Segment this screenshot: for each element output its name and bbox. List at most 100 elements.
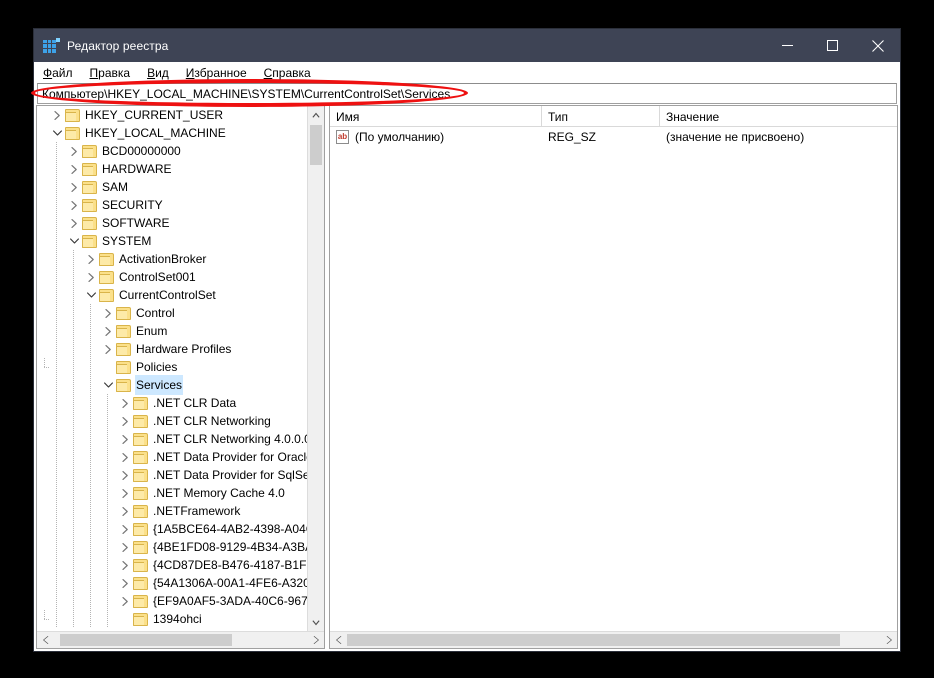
values-horizontal-scrollbar[interactable]: [330, 631, 897, 648]
chevron-right-icon[interactable]: [66, 178, 82, 196]
tree-item-label: .NET Data Provider for SqlServer: [153, 468, 307, 482]
chevron-right-icon[interactable]: [117, 538, 133, 556]
scroll-right-icon[interactable]: [307, 632, 324, 648]
menu-item-edit[interactable]: Правка: [90, 66, 140, 80]
chevron-right-icon[interactable]: [83, 268, 99, 286]
menu-item-favorites[interactable]: Избранное: [186, 66, 256, 80]
chevron-down-icon[interactable]: [49, 124, 65, 142]
chevron-right-icon[interactable]: [117, 466, 133, 484]
tree-item[interactable]: {1A5BCE64-4AB2-4398-A04C: [37, 520, 307, 538]
folder-icon: [133, 450, 148, 464]
address-bar-text: Компьютер\HKEY_LOCAL_MACHINE\SYSTEM\Curr…: [42, 86, 451, 101]
tree-item[interactable]: Hardware Profiles: [37, 340, 307, 358]
scroll-left-icon[interactable]: [37, 632, 54, 648]
tree-guide-line: [107, 556, 108, 574]
chevron-right-icon[interactable]: [66, 160, 82, 178]
chevron-down-icon[interactable]: [100, 376, 116, 394]
values-scroll-left-icon[interactable]: [330, 632, 347, 648]
tree-item[interactable]: SAM: [37, 178, 307, 196]
tree-vertical-scrollbar[interactable]: [307, 106, 324, 631]
chevron-right-icon[interactable]: [66, 196, 82, 214]
values-pane: Имя Тип Значение ab (По умолчанию) REG_S…: [329, 105, 898, 649]
values-scroll-right-icon[interactable]: [880, 632, 897, 648]
chevron-right-icon[interactable]: [117, 556, 133, 574]
menu-item-file[interactable]: Файл: [43, 66, 82, 80]
chevron-down-icon[interactable]: [66, 232, 82, 250]
column-header-value[interactable]: Значение: [660, 106, 897, 127]
chevron-right-icon[interactable]: [117, 520, 133, 538]
tree-item[interactable]: HKEY_LOCAL_MACHINE: [37, 124, 307, 142]
tree-item[interactable]: Services: [37, 375, 307, 395]
chevron-right-icon[interactable]: [117, 412, 133, 430]
chevron-right-icon[interactable]: [117, 592, 133, 610]
key-tree[interactable]: HKEY_CURRENT_USER HKEY_LOCAL_MACHINE BCD00…: [37, 106, 307, 631]
values-hscroll-track[interactable]: [347, 632, 880, 648]
tree-item-label: Services: [134, 375, 184, 395]
maximize-button[interactable]: [810, 29, 855, 62]
table-row[interactable]: ab (По умолчанию) REG_SZ (значение не пр…: [330, 127, 897, 146]
tree-hscroll-thumb[interactable]: [60, 634, 232, 646]
tree-item[interactable]: SOFTWARE: [37, 214, 307, 232]
tree-item[interactable]: Control: [37, 304, 307, 322]
tree-item[interactable]: .NET CLR Networking 4.0.0.0: [37, 430, 307, 448]
chevron-right-icon[interactable]: [100, 322, 116, 340]
tree-item[interactable]: SECURITY: [37, 196, 307, 214]
folder-icon: [99, 288, 114, 302]
chevron-right-icon[interactable]: [66, 214, 82, 232]
tree-item[interactable]: Enum: [37, 322, 307, 340]
values-list[interactable]: ab (По умолчанию) REG_SZ (значение не пр…: [330, 127, 897, 631]
tree-item[interactable]: HKEY_CURRENT_USER: [37, 106, 307, 124]
tree-item[interactable]: .NET Data Provider for SqlServer: [37, 466, 307, 484]
chevron-right-icon[interactable]: [100, 304, 116, 322]
tree-item[interactable]: .NET CLR Networking: [37, 412, 307, 430]
tree-item[interactable]: HARDWARE: [37, 160, 307, 178]
tree-item[interactable]: {4CD87DE8-B476-4187-B1FF: [37, 556, 307, 574]
minimize-button[interactable]: [765, 29, 810, 62]
scroll-down-icon[interactable]: [308, 614, 324, 631]
menu-item-help[interactable]: Справка: [264, 66, 320, 80]
chevron-right-icon[interactable]: [66, 142, 82, 160]
menu-item-view[interactable]: Вид: [147, 66, 178, 80]
tree-item[interactable]: ControlSet001: [37, 268, 307, 286]
tree-guide-line: [90, 376, 91, 394]
chevron-right-icon[interactable]: [117, 448, 133, 466]
tree-leaf-spacer: [44, 610, 133, 628]
tree-vscroll-thumb[interactable]: [310, 125, 322, 165]
chevron-right-icon[interactable]: [117, 394, 133, 412]
tree-guide-line: [73, 538, 74, 556]
tree-item[interactable]: .NET Memory Cache 4.0: [37, 484, 307, 502]
chevron-right-icon[interactable]: [117, 502, 133, 520]
chevron-right-icon[interactable]: [117, 430, 133, 448]
chevron-right-icon[interactable]: [117, 484, 133, 502]
scroll-up-icon[interactable]: [308, 106, 324, 123]
chevron-down-icon[interactable]: [83, 286, 99, 304]
column-header-name[interactable]: Имя: [330, 106, 542, 127]
close-button[interactable]: [855, 29, 900, 62]
address-bar[interactable]: Компьютер\HKEY_LOCAL_MACHINE\SYSTEM\Curr…: [37, 83, 897, 104]
tree-item[interactable]: {EF9A0AF5-3ADA-40C6-967B: [37, 592, 307, 610]
chevron-right-icon[interactable]: [83, 250, 99, 268]
tree-item[interactable]: ActivationBroker: [37, 250, 307, 268]
tree-horizontal-scrollbar[interactable]: [37, 631, 324, 648]
tree-item[interactable]: 1394ohci: [37, 610, 307, 628]
tree-item[interactable]: {54A1306A-00A1-4FE6-A320: [37, 574, 307, 592]
tree-item[interactable]: BCD00000000: [37, 142, 307, 160]
chevron-right-icon[interactable]: [100, 340, 116, 358]
tree-item[interactable]: CurrentControlSet: [37, 286, 307, 304]
chevron-right-icon[interactable]: [49, 106, 65, 124]
tree-item-label: {4CD87DE8-B476-4187-B1FF: [153, 558, 307, 572]
tree-guide-line: [73, 304, 74, 322]
tree-hscroll-track[interactable]: [54, 632, 307, 648]
title-bar[interactable]: Редактор реестра: [34, 29, 900, 62]
tree-item[interactable]: .NET CLR Data: [37, 394, 307, 412]
tree-item[interactable]: Policies: [37, 358, 307, 376]
tree-guide-line: [73, 430, 74, 448]
tree-item[interactable]: SYSTEM: [37, 232, 307, 250]
values-hscroll-thumb[interactable]: [347, 634, 840, 646]
tree-vscroll-track[interactable]: [308, 123, 324, 614]
tree-item[interactable]: .NET Data Provider for Oracle: [37, 448, 307, 466]
tree-item[interactable]: {4BE1FD08-9129-4B34-A3BA: [37, 538, 307, 556]
tree-item[interactable]: .NETFramework: [37, 502, 307, 520]
column-header-type[interactable]: Тип: [542, 106, 660, 127]
chevron-right-icon[interactable]: [117, 574, 133, 592]
